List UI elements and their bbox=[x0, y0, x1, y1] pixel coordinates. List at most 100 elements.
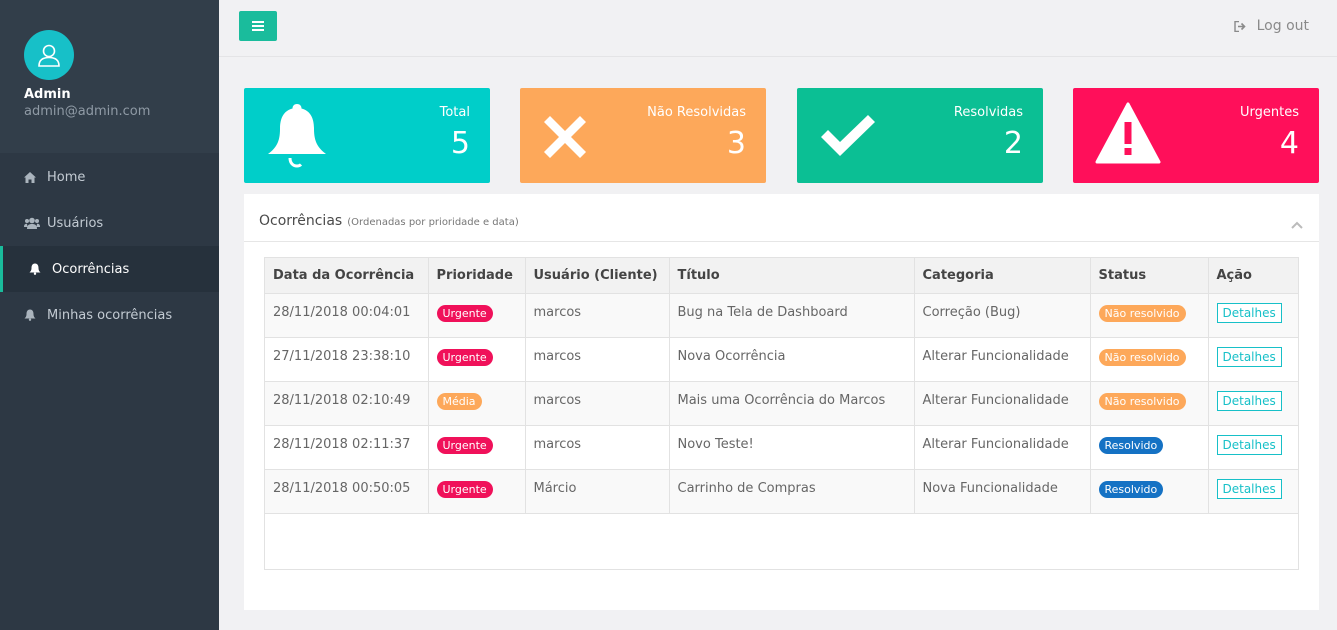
ocorrencias-table: Data da Ocorrência Prioridade Usuário (C… bbox=[265, 258, 1298, 514]
column-header[interactable]: Usuário (Cliente) bbox=[525, 258, 670, 294]
cell-category: Nova Funcionalidade bbox=[914, 469, 1091, 514]
cell-category: Correção (Bug) bbox=[914, 293, 1091, 338]
sidebar-item-label: Home bbox=[47, 169, 86, 185]
details-button[interactable]: Detalhes bbox=[1216, 390, 1282, 411]
bell-icon bbox=[24, 309, 40, 321]
ocorrencias-panel: Ocorrências (Ordenadas por prioridade e … bbox=[244, 194, 1319, 610]
profile-email: admin@admin.com bbox=[24, 104, 151, 119]
cell-date: 28/11/2018 02:11:37 bbox=[265, 425, 429, 470]
sidebar: Admin admin@admin.com Home Usuários Ocor… bbox=[0, 0, 219, 630]
cell-date: 28/11/2018 00:50:05 bbox=[265, 469, 429, 514]
cell-priority: Urgente bbox=[428, 425, 526, 470]
details-button[interactable]: Detalhes bbox=[1216, 478, 1282, 499]
stat-card-nao-resolvidas: Não Resolvidas 3 bbox=[520, 88, 766, 183]
check-icon bbox=[819, 115, 877, 163]
cell-action: Detalhes bbox=[1208, 293, 1298, 338]
cell-priority: Média bbox=[428, 381, 526, 426]
status-badge: Resolvido bbox=[1098, 436, 1164, 454]
logout-link[interactable]: Log out bbox=[1233, 18, 1309, 34]
cell-category: Alterar Funcionalidade bbox=[914, 381, 1091, 426]
sidebar-item-home[interactable]: Home bbox=[0, 154, 219, 200]
user-icon bbox=[38, 44, 60, 67]
cell-action: Detalhes bbox=[1208, 425, 1298, 470]
table-row: 28/11/2018 02:10:49 Média marcos Mais um… bbox=[265, 381, 1298, 426]
status-badge: Não resolvido bbox=[1098, 348, 1186, 366]
users-icon bbox=[24, 217, 40, 229]
sidebar-nav: Home Usuários Ocorrências Minhas ocorrên… bbox=[0, 154, 219, 338]
stat-value: 4 bbox=[1279, 126, 1299, 161]
details-button[interactable]: Detalhes bbox=[1216, 434, 1282, 455]
column-header[interactable]: Ação bbox=[1208, 258, 1298, 294]
table-header-row: Data da Ocorrência Prioridade Usuário (C… bbox=[265, 258, 1298, 294]
chevron-up-icon[interactable] bbox=[1291, 214, 1303, 233]
profile-block: Admin admin@admin.com bbox=[0, 0, 219, 153]
ocorrencias-table-wrapper: Data da Ocorrência Prioridade Usuário (C… bbox=[264, 257, 1299, 570]
column-header[interactable]: Data da Ocorrência bbox=[265, 258, 429, 294]
cell-status: Não resolvido bbox=[1090, 293, 1209, 338]
table-row: 28/11/2018 00:50:05 Urgente Márcio Carri… bbox=[265, 469, 1298, 514]
cell-status: Não resolvido bbox=[1090, 337, 1209, 382]
menu-toggle-button[interactable] bbox=[239, 11, 277, 41]
status-badge: Não resolvido bbox=[1098, 392, 1186, 410]
warning-icon bbox=[1095, 102, 1161, 168]
stat-value: 5 bbox=[450, 126, 470, 161]
stat-card-resolvidas: Resolvidas 2 bbox=[797, 88, 1043, 183]
bell-icon bbox=[29, 263, 45, 275]
cell-date: 28/11/2018 00:04:01 bbox=[265, 293, 429, 338]
cell-user: marcos bbox=[525, 337, 670, 382]
sidebar-item-label: Ocorrências bbox=[52, 261, 130, 277]
table-row: 28/11/2018 02:11:37 Urgente marcos Novo … bbox=[265, 425, 1298, 470]
logout-label: Log out bbox=[1256, 18, 1309, 34]
column-header[interactable]: Prioridade bbox=[428, 258, 526, 294]
hamburger-icon bbox=[252, 21, 264, 31]
details-button[interactable]: Detalhes bbox=[1216, 302, 1282, 323]
cell-status: Resolvido bbox=[1090, 469, 1209, 514]
sign-out-icon bbox=[1233, 20, 1246, 32]
stat-value: 3 bbox=[726, 126, 746, 161]
cell-user: marcos bbox=[525, 381, 670, 426]
cell-date: 28/11/2018 02:10:49 bbox=[265, 381, 429, 426]
stat-label: Não Resolvidas bbox=[647, 105, 746, 120]
home-icon bbox=[24, 171, 40, 183]
cell-priority: Urgente bbox=[428, 293, 526, 338]
cell-title: Carrinho de Compras bbox=[669, 469, 915, 514]
sidebar-item-ocorrencias[interactable]: Ocorrências bbox=[0, 246, 219, 292]
cell-action: Detalhes bbox=[1208, 337, 1298, 382]
priority-badge: Urgente bbox=[436, 436, 493, 454]
cell-user: marcos bbox=[525, 293, 670, 338]
details-button[interactable]: Detalhes bbox=[1216, 346, 1282, 367]
x-icon bbox=[542, 114, 588, 164]
table-row: 28/11/2018 00:04:01 Urgente marcos Bug n… bbox=[265, 293, 1298, 338]
sidebar-item-label: Usuários bbox=[47, 215, 104, 231]
sidebar-item-usuarios[interactable]: Usuários bbox=[0, 200, 219, 246]
column-header[interactable]: Status bbox=[1090, 258, 1209, 294]
priority-badge: Média bbox=[436, 392, 482, 410]
stat-label: Urgentes bbox=[1240, 105, 1299, 120]
stat-label: Resolvidas bbox=[953, 105, 1023, 120]
column-header[interactable]: Categoria bbox=[914, 258, 1091, 294]
priority-badge: Urgente bbox=[436, 304, 493, 322]
priority-badge: Urgente bbox=[436, 348, 493, 366]
table-row: 27/11/2018 23:38:10 Urgente marcos Nova … bbox=[265, 337, 1298, 382]
cell-priority: Urgente bbox=[428, 337, 526, 382]
cell-date: 27/11/2018 23:38:10 bbox=[265, 337, 429, 382]
stat-value: 2 bbox=[1003, 126, 1023, 161]
cell-title: Novo Teste! bbox=[669, 425, 915, 470]
panel-title: Ocorrências bbox=[259, 213, 343, 229]
cell-status: Resolvido bbox=[1090, 425, 1209, 470]
cell-title: Nova Ocorrência bbox=[669, 337, 915, 382]
cell-user: marcos bbox=[525, 425, 670, 470]
avatar[interactable] bbox=[24, 30, 74, 80]
stat-card-total: Total 5 bbox=[244, 88, 490, 183]
stat-card-urgentes: Urgentes 4 bbox=[1073, 88, 1319, 183]
panel-header: Ocorrências (Ordenadas por prioridade e … bbox=[244, 194, 1319, 242]
cell-category: Alterar Funcionalidade bbox=[914, 425, 1091, 470]
cell-title: Mais uma Ocorrência do Marcos bbox=[669, 381, 915, 426]
column-header[interactable]: Título bbox=[669, 258, 915, 294]
cell-action: Detalhes bbox=[1208, 469, 1298, 514]
cell-action: Detalhes bbox=[1208, 381, 1298, 426]
profile-name: Admin bbox=[24, 87, 71, 102]
topbar: Log out bbox=[219, 0, 1337, 57]
cell-priority: Urgente bbox=[428, 469, 526, 514]
sidebar-item-minhas-ocorrencias[interactable]: Minhas ocorrências bbox=[0, 292, 219, 338]
